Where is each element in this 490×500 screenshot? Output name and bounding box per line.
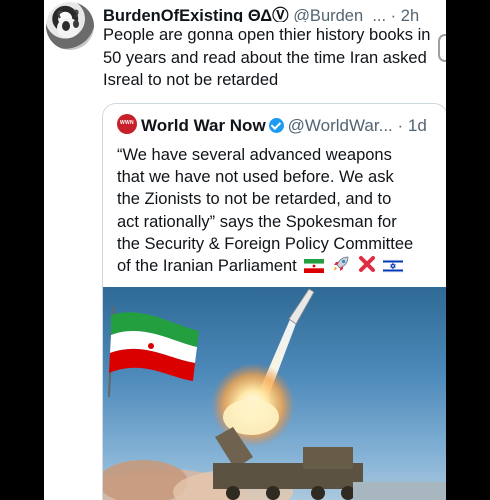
tweet-screen: BurdenOfExisting ΘΔⓋ @Burden_... · 2h Pe… (44, 0, 446, 500)
tweet-time[interactable]: 2h (401, 7, 419, 22)
author-handle[interactable]: @Burden_... (293, 7, 386, 22)
header-separator: · (390, 7, 397, 22)
quoted-body: “We have several advanced weapons that w… (117, 144, 439, 277)
quoted-author-name[interactable]: World War Now (141, 116, 266, 135)
verified-badge-icon (268, 118, 284, 133)
iran-flag-icon (304, 259, 325, 274)
quoted-line: of the Iranian Parliament (117, 257, 297, 276)
goat-icon (57, 9, 79, 38)
quoted-separator: · (397, 116, 404, 135)
tweet-line: Isreal to not be retarded (103, 71, 279, 90)
tweet-line: People are gonna open thier history book… (103, 26, 431, 44)
cross-mark-icon (358, 256, 375, 273)
quoted-header: WWN World War Now @WorldWar... · 1d (117, 114, 439, 138)
israel-flag-icon (383, 259, 404, 274)
quoted-line: that we have not used before. We ask (117, 168, 394, 187)
user-avatar[interactable] (46, 2, 94, 50)
missile-launch-photo (103, 288, 446, 500)
quoted-line: act rationally” says the Spokesman for (117, 212, 397, 231)
author-name[interactable]: BurdenOfExisting ΘΔⓋ (103, 7, 289, 22)
tweet-line: 50 years and read about the time Iran as… (103, 48, 427, 67)
tweet-header: BurdenOfExisting ΘΔⓋ @Burden_... · 2h (103, 2, 442, 22)
quoted-line: the Security & Foreign Policy Committee (117, 234, 414, 253)
missile-launch-image[interactable] (103, 287, 446, 500)
tweet-body: People are gonna open thier history book… (103, 24, 446, 92)
quoted-avatar[interactable]: WWN (117, 114, 137, 134)
overlay-app-icon (438, 34, 446, 62)
rocket-icon (333, 256, 349, 272)
quoted-last-line: of the Iranian Parliament (117, 255, 439, 277)
quoted-time[interactable]: 1d (408, 116, 427, 135)
quoted-tweet[interactable]: WWN World War Now @WorldWar... · 1d “We ha… (102, 103, 446, 500)
quoted-avatar-text: WWN (120, 120, 134, 126)
quoted-line: “We have several advanced weapons (117, 146, 392, 164)
quoted-line: the Zionists to not be retarded, and to (117, 190, 392, 209)
quoted-author-handle[interactable]: @WorldWar... (288, 116, 393, 135)
